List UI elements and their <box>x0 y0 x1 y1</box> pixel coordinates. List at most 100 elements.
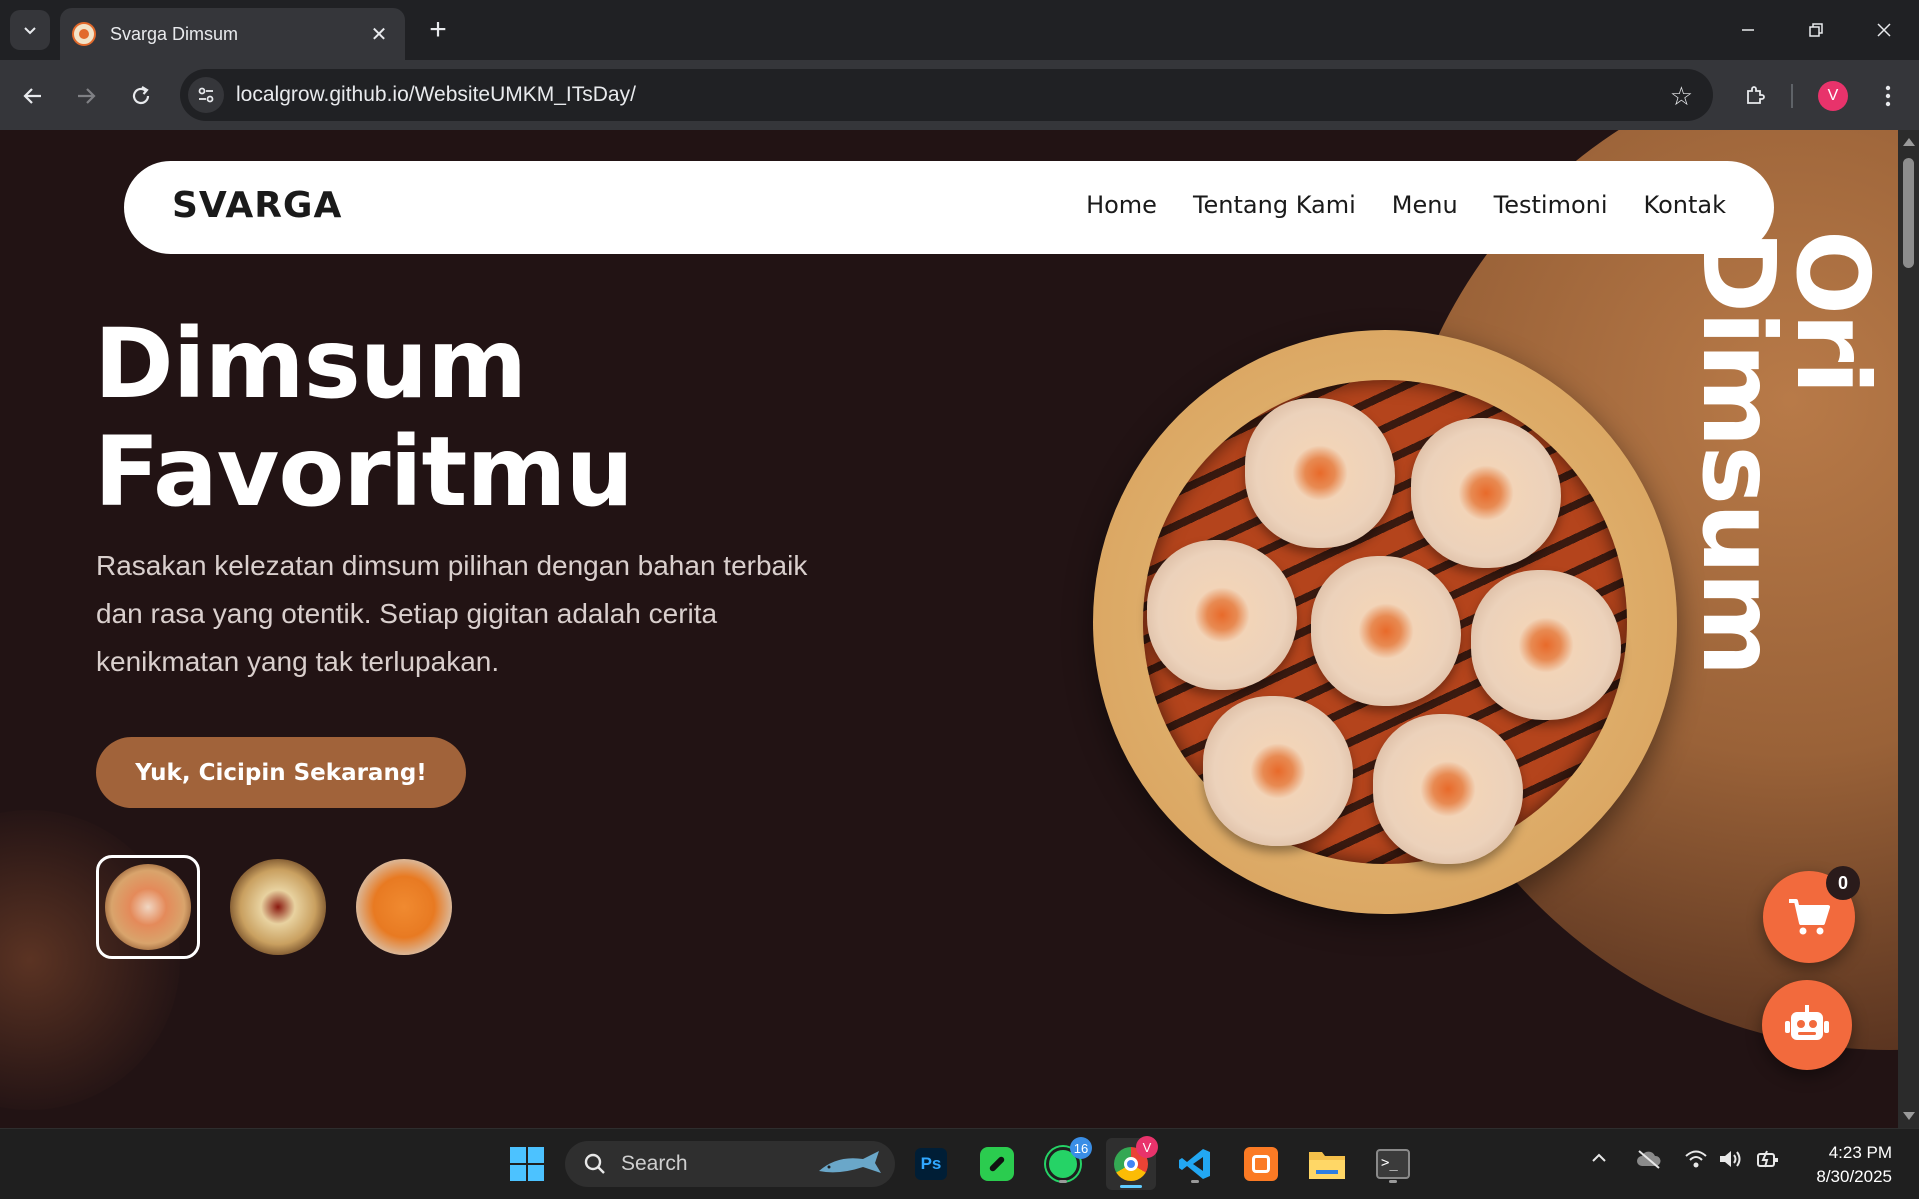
restore-icon <box>1809 23 1823 37</box>
clock-time: 4:23 PM <box>1828 1143 1892 1162</box>
profile-avatar[interactable]: V <box>1818 81 1848 111</box>
taskbar-whatsapp[interactable]: 16 <box>1042 1137 1092 1185</box>
arrow-right-icon <box>78 88 96 104</box>
running-indicator <box>1059 1180 1067 1183</box>
whatsapp-notification-badge: 16 <box>1070 1137 1092 1159</box>
dumpling <box>1471 570 1621 720</box>
taskbar-vscode[interactable] <box>1174 1143 1216 1185</box>
nav-link-kontak[interactable]: Kontak <box>1644 191 1726 219</box>
browser-tab[interactable]: Svarga Dimsum ✕ <box>60 8 405 60</box>
shopping-cart-icon <box>1789 899 1830 935</box>
url-text[interactable]: localgrow.github.io/WebsiteUMKM_ITsDay/ <box>236 83 636 107</box>
thumbnail-shumai[interactable] <box>96 855 200 959</box>
close-window-button[interactable] <box>1862 8 1906 52</box>
line-app-icon <box>980 1147 1014 1181</box>
puzzle-icon <box>1747 86 1765 104</box>
shumai-thumbnail-image <box>105 864 191 950</box>
xampp-icon <box>1244 1147 1278 1181</box>
taskbar-chrome[interactable]: V <box>1106 1136 1158 1190</box>
bookmark-star-icon[interactable]: ☆ <box>1670 81 1693 112</box>
address-bar[interactable]: localgrow.github.io/WebsiteUMKM_ITsDay/ … <box>180 69 1713 121</box>
dumpling <box>1411 418 1561 568</box>
taskbar-photoshop[interactable]: Ps <box>910 1143 952 1185</box>
terminal-icon: >_ <box>1376 1149 1410 1179</box>
folder-icon <box>1309 1152 1345 1179</box>
whale-shark-icon <box>819 1151 881 1173</box>
taskbar-terminal[interactable]: >_ <box>1372 1143 1414 1185</box>
hero-title: Dimsum Favoritmu <box>94 308 634 528</box>
nav-link-home[interactable]: Home <box>1086 191 1157 219</box>
active-indicator <box>1120 1185 1142 1188</box>
vertical-word-ori: Ori <box>1774 230 1891 393</box>
browser-toolbar: localgrow.github.io/WebsiteUMKM_ITsDay/ … <box>0 60 1919 130</box>
tab-search-button[interactable] <box>10 10 50 50</box>
nav-link-tentang-kami[interactable]: Tentang Kami <box>1193 191 1356 219</box>
chrome-profile-badge: V <box>1136 1136 1158 1158</box>
taskbar-file-explorer[interactable] <box>1306 1143 1348 1185</box>
dimsum-hero-image <box>1093 330 1677 914</box>
start-button[interactable] <box>506 1143 548 1185</box>
menu-thumbnails <box>96 855 452 959</box>
cart-count-badge: 0 <box>1826 866 1860 900</box>
windows-taskbar: Search Ps 16 V >_ 4:23 PM 8/30/2025 <box>0 1128 1919 1199</box>
chevron-down-icon <box>24 27 36 35</box>
show-hidden-icons-chevron-icon[interactable] <box>1590 1149 1608 1173</box>
forward-button[interactable] <box>66 76 106 116</box>
thumbnail-gyoza[interactable] <box>230 859 326 955</box>
running-indicator <box>1389 1180 1397 1183</box>
nav-links: Home Tentang Kami Menu Testimoni Kontak <box>1086 191 1726 219</box>
close-tab-icon[interactable]: ✕ <box>367 22 391 47</box>
wifi-icon[interactable] <box>1684 1149 1708 1175</box>
cta-button[interactable]: Yuk, Cicipin Sekarang! <box>96 737 466 808</box>
hero-title-line-1: Dimsum <box>94 308 527 420</box>
dumpling <box>1245 398 1395 548</box>
new-tab-button[interactable]: + <box>420 12 456 48</box>
site-logo[interactable]: SVARGA <box>172 185 342 226</box>
vscode-icon <box>1179 1149 1210 1179</box>
tune-icon <box>198 87 214 103</box>
vertical-word-dimsum: Dimsum <box>1680 230 1797 675</box>
running-indicator <box>1191 1180 1199 1183</box>
back-button[interactable] <box>13 76 53 116</box>
scroll-down-arrow-icon[interactable] <box>1903 1112 1915 1120</box>
site-info-button[interactable] <box>188 77 224 113</box>
toolbar-divider <box>1791 84 1793 108</box>
nav-link-testimoni[interactable]: Testimoni <box>1494 191 1608 219</box>
more-vertical-icon <box>1885 85 1891 107</box>
system-clock[interactable]: 4:23 PM 8/30/2025 <box>1804 1141 1892 1189</box>
browser-tab-bar: Svarga Dimsum ✕ + <box>0 0 1919 60</box>
page-scrollbar[interactable] <box>1898 130 1919 1128</box>
photoshop-icon: Ps <box>915 1148 947 1180</box>
chatbot-button[interactable] <box>1762 980 1852 1070</box>
taskbar-search-label: Search <box>621 1152 688 1175</box>
nav-link-menu[interactable]: Menu <box>1392 191 1458 219</box>
restore-button[interactable] <box>1794 8 1838 52</box>
svarga-favicon-icon <box>72 22 96 46</box>
robot-icon <box>1785 1005 1829 1040</box>
scroll-up-arrow-icon[interactable] <box>1903 138 1915 146</box>
onedrive-cloud-icon[interactable] <box>1636 1149 1662 1175</box>
hero-description: Rasakan kelezatan dimsum pilihan dengan … <box>96 550 808 677</box>
thumbnail-carrot-dimsum[interactable] <box>356 859 452 955</box>
hero-title-line-2: Favoritmu <box>94 416 634 528</box>
browser-menu-button[interactable] <box>1870 76 1906 116</box>
extensions-button[interactable] <box>1735 76 1775 116</box>
volume-icon[interactable] <box>1718 1149 1742 1175</box>
tab-title: Svarga Dimsum <box>110 23 239 44</box>
taskbar-xampp[interactable] <box>1240 1143 1282 1185</box>
search-icon <box>584 1153 605 1174</box>
reload-button[interactable] <box>121 76 161 116</box>
site-navbar: SVARGA Home Tentang Kami Menu Testimoni … <box>124 161 1774 254</box>
dumpling <box>1147 540 1297 690</box>
windows-logo-icon <box>510 1147 544 1181</box>
scroll-thumb[interactable] <box>1903 158 1914 268</box>
arrow-left-icon <box>23 88 41 104</box>
minimize-button[interactable] <box>1726 8 1770 52</box>
page-viewport: SVARGA Home Tentang Kami Menu Testimoni … <box>0 130 1898 1128</box>
clock-date: 8/30/2025 <box>1816 1167 1892 1186</box>
taskbar-search[interactable]: Search <box>565 1141 895 1187</box>
taskbar-line[interactable] <box>976 1143 1018 1185</box>
close-icon <box>1877 23 1891 37</box>
battery-charging-icon[interactable] <box>1756 1149 1780 1175</box>
dumpling <box>1311 556 1461 706</box>
